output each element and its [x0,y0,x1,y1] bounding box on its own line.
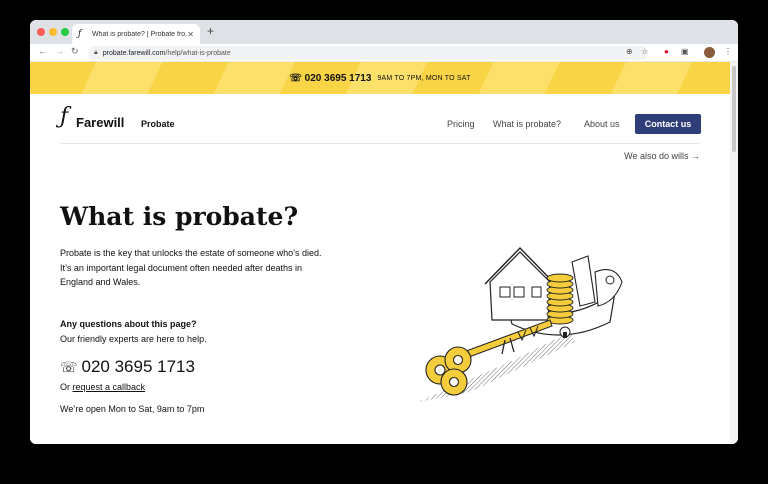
request-callback-link[interactable]: request a callback [73,382,146,392]
probate-key-illustration [418,246,623,402]
scrollbar-thumb[interactable] [732,66,736,152]
section-label: Probate [141,119,175,129]
banner-hours: 9AM TO 7PM, MON TO SAT [377,74,471,82]
page-title: What is probate? [60,202,299,231]
browser-tab[interactable]: ƒ What is probate? | Probate fro... ✕ [72,24,200,44]
contact-us-button[interactable]: Contact us [635,114,701,134]
tab-strip: ƒ What is probate? | Probate fro... ✕ + [30,20,738,44]
nav-pricing[interactable]: Pricing [447,119,475,129]
logo-text[interactable]: Farewill [76,115,124,130]
intro-text: Probate is the key that unlocks the esta… [60,248,322,287]
zoom-icon[interactable]: ⊕ [626,47,633,56]
opening-hours: We’re open Mon to Sat, 9am to 7pm [60,404,205,414]
menu-icon[interactable]: ⋮ [724,47,732,56]
site-header: ƒ Farewill Probate Pricing What is proba… [60,94,701,144]
callback-line: Or request a callback [60,382,146,392]
reload-icon[interactable]: ↻ [71,46,79,57]
questions-heading: Any questions about this page? [60,319,197,329]
tab-title: What is probate? | Probate fro... [91,30,188,38]
maximize-window-icon[interactable] [61,28,69,36]
tab-close-icon[interactable]: ✕ [187,30,194,39]
phone-number[interactable]: ☏ 020 3695 1713 [60,357,195,377]
forward-icon[interactable]: → [55,46,64,56]
farewill-logo-icon[interactable]: ƒ [60,104,68,129]
farewill-favicon-icon: ƒ [78,29,82,39]
back-icon[interactable]: ← [38,46,47,56]
phone-banner[interactable]: ☏ 020 3695 1713 9AM TO 7PM, MON TO SAT [30,62,730,94]
camera-icon[interactable]: ▣ [681,47,689,56]
address-bar[interactable]: 🔒︎ probate.farewill.com/help/what-is-pro… [88,46,648,60]
url-text: probate.farewill.com/help/what-is-probat… [102,49,231,57]
browser-window: ƒ What is probate? | Probate fro... ✕ + … [30,20,738,444]
page-scrollbar[interactable] [730,62,738,444]
nav-about-us[interactable]: About us [584,119,620,129]
phone-number-text[interactable]: 020 3695 1713 [82,357,195,377]
wills-link[interactable]: We also do wills → [624,151,700,161]
phone-icon: ☏ [60,358,78,375]
minimize-window-icon[interactable] [49,28,57,36]
questions-subtext: Our friendly experts are here to help. [60,334,207,344]
banner-phone[interactable]: ☏ 020 3695 1713 [289,73,371,84]
new-tab-icon[interactable]: + [207,24,214,38]
pinterest-icon[interactable]: ● [664,47,669,56]
page-viewport: ☏ 020 3695 1713 9AM TO 7PM, MON TO SAT ƒ… [30,62,730,444]
close-window-icon[interactable] [37,28,45,36]
star-icon[interactable]: ☆ [641,47,648,56]
nav-what-is-probate[interactable]: What is probate? [493,119,561,129]
profile-avatar[interactable] [704,47,715,58]
lock-icon[interactable]: 🔒︎ [94,49,98,57]
browser-toolbar: ← → ↻ 🔒︎ probate.farewill.com/help/what-… [30,44,738,62]
